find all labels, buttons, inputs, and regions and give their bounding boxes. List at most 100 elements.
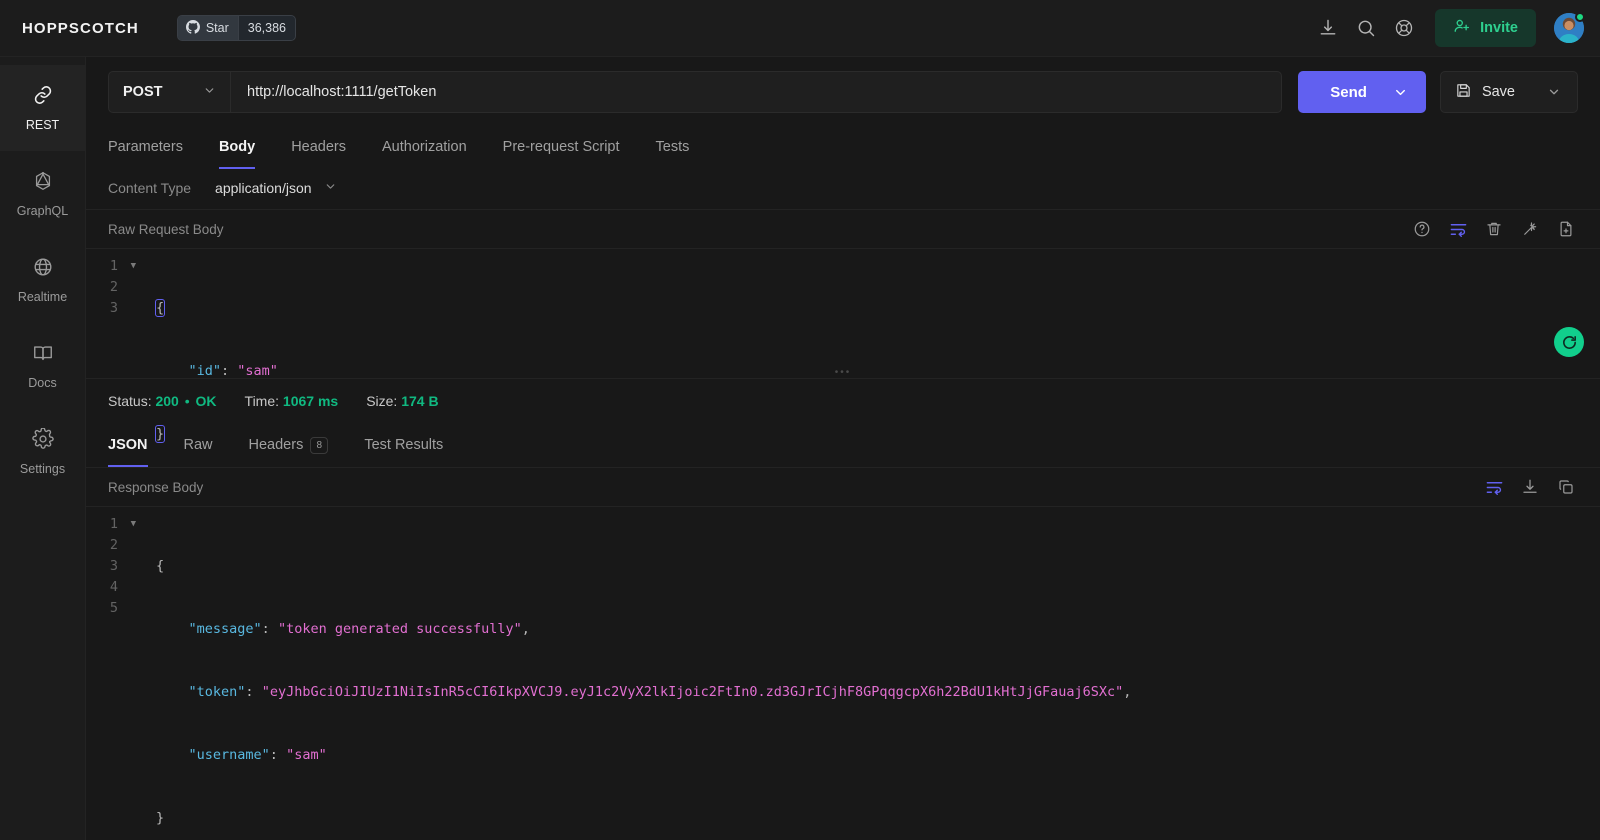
- app-logo[interactable]: HOPPSCOTCH: [22, 20, 139, 37]
- response-body-editor[interactable]: 1 ▼ 2 3 4 5 { "message": "token generate…: [86, 507, 1600, 840]
- user-plus-icon: [1453, 17, 1471, 39]
- open-brace: {: [154, 299, 166, 317]
- tab-authorization[interactable]: Authorization: [364, 125, 485, 169]
- support-icon[interactable]: [1385, 9, 1423, 47]
- chevron-down-icon: [203, 84, 216, 101]
- json-value: "sam": [237, 363, 278, 379]
- tab-body[interactable]: Body: [201, 125, 273, 169]
- content-type-value: application/json: [215, 180, 312, 196]
- line-number: 1 ▼: [86, 514, 144, 535]
- download-icon[interactable]: [1309, 9, 1347, 47]
- save-label: Save: [1481, 84, 1515, 100]
- send-options-chevron-down-icon[interactable]: [1393, 85, 1426, 100]
- sidebar-item-label: REST: [25, 118, 60, 132]
- json-colon: :: [269, 747, 287, 763]
- sidebar-item-label: Docs: [28, 376, 57, 390]
- main-panel: POST http://localhost:1111/getToken Send: [86, 57, 1600, 840]
- tab-pre-request-script[interactable]: Pre-request Script: [485, 125, 638, 169]
- json-value-username: "sam": [286, 747, 327, 763]
- gear-icon: [31, 427, 54, 453]
- response-code[interactable]: { "message": "token generated successful…: [144, 507, 1600, 840]
- tab-headers[interactable]: Headers: [273, 125, 364, 169]
- json-value-token: "eyJhbGciOiJIUzI1NiIsInR5cCI6IkpXVCJ9.ey…: [261, 684, 1124, 700]
- code-line: }: [156, 808, 1600, 829]
- method-select[interactable]: POST: [109, 72, 231, 112]
- fold-arrow-icon[interactable]: ▼: [131, 256, 136, 277]
- json-value-message: "token generated successfully": [277, 621, 522, 637]
- avatar[interactable]: [1554, 12, 1585, 43]
- code-line: "token": "eyJhbGciOiJIUzI1NiIsInR5cCI6Ik…: [156, 682, 1600, 703]
- line-number: 2: [109, 279, 118, 295]
- response-gutter: 1 ▼ 2 3 4 5: [86, 507, 144, 840]
- raw-request-body-title: Raw Request Body: [108, 221, 224, 237]
- topbar-actions: Invite: [1309, 9, 1585, 47]
- insert-file-icon[interactable]: [1550, 214, 1582, 244]
- sidebar-item-label: Realtime: [17, 290, 68, 304]
- raw-request-body-actions: [1406, 214, 1582, 244]
- response-editor-inner[interactable]: 1 ▼ 2 3 4 5 { "message": "token generate…: [86, 507, 1600, 840]
- tab-parameters[interactable]: Parameters: [108, 125, 201, 169]
- chevron-down-icon: [324, 180, 337, 196]
- app-root: HOPPSCOTCH Star 36,386 Invite REST Graph…: [0, 0, 1600, 840]
- github-star-widget[interactable]: Star 36,386: [176, 15, 297, 41]
- invite-button[interactable]: Invite: [1435, 9, 1536, 47]
- tab-tests[interactable]: Tests: [638, 125, 708, 169]
- code-line: "id": "sam": [156, 361, 1600, 382]
- content-type-label: Content Type: [108, 180, 192, 196]
- request-body-editor[interactable]: 1 ▼ 2 3 { "id": "sam" }: [86, 249, 1600, 443]
- save-disk-icon: [1455, 82, 1472, 103]
- sidebar-item-realtime[interactable]: Realtime: [0, 237, 85, 323]
- sidebar-item-docs[interactable]: Docs: [0, 323, 85, 409]
- tab-label: JSON: [108, 437, 148, 453]
- code-line: {: [156, 556, 1600, 577]
- send-button[interactable]: Send: [1298, 71, 1426, 113]
- delete-icon[interactable]: [1478, 214, 1510, 244]
- tab-label: Body: [218, 139, 256, 155]
- tab-json[interactable]: JSON: [108, 423, 166, 467]
- avatar-status-dot: [1575, 12, 1585, 22]
- refresh-response-button[interactable]: [1554, 327, 1584, 357]
- line-number-value: 1: [109, 258, 118, 274]
- top-bar: HOPPSCOTCH Star 36,386 Invite: [0, 0, 1600, 57]
- json-key: "id": [188, 363, 222, 379]
- line-number: 1 ▼: [86, 256, 144, 277]
- help-icon[interactable]: [1406, 214, 1438, 244]
- tab-response-headers[interactable]: Headers 8: [231, 423, 347, 467]
- sidebar-item-graphql[interactable]: GraphQL: [0, 151, 85, 237]
- open-brace: {: [156, 558, 165, 574]
- tab-test-results[interactable]: Test Results: [346, 423, 461, 467]
- content-type-row: Content Type application/json: [86, 169, 1600, 209]
- line-number-value: 1: [109, 516, 118, 532]
- wrap-lines-icon[interactable]: [1442, 214, 1474, 244]
- github-star-left[interactable]: Star: [177, 16, 238, 40]
- magic-wand-icon[interactable]: [1514, 214, 1546, 244]
- sidebar-item-label: Settings: [19, 462, 66, 476]
- save-button[interactable]: Save: [1439, 71, 1578, 113]
- search-icon[interactable]: [1347, 9, 1385, 47]
- line-number: 3: [109, 558, 118, 574]
- line-number: 3: [109, 300, 118, 316]
- fold-arrow-icon[interactable]: ▼: [131, 514, 136, 535]
- line-number: 2: [109, 537, 118, 553]
- sidebar-item-rest[interactable]: REST: [0, 65, 85, 151]
- save-options-chevron-down-icon[interactable]: [1525, 85, 1571, 99]
- github-icon: [185, 19, 200, 37]
- invite-label: Invite: [1480, 20, 1518, 36]
- json-colon: :: [221, 363, 238, 379]
- url-input[interactable]: http://localhost:1111/getToken: [231, 72, 1281, 112]
- tab-label: Test Results: [364, 437, 444, 453]
- json-colon: :: [261, 621, 278, 637]
- json-key-message: "message": [188, 621, 262, 637]
- json-comma: ,: [521, 621, 530, 637]
- sidebar-item-settings[interactable]: Settings: [0, 409, 85, 495]
- headers-count-badge: 8: [310, 436, 329, 454]
- content-type-select[interactable]: application/json: [215, 180, 337, 196]
- url-field: POST http://localhost:1111/getToken: [108, 71, 1283, 113]
- tab-raw[interactable]: Raw: [166, 423, 231, 467]
- graphql-icon: [32, 170, 54, 195]
- link-icon: [32, 84, 54, 109]
- book-icon: [32, 342, 54, 367]
- body-row: REST GraphQL Realtime Docs Settings POST…: [0, 57, 1600, 840]
- close-brace: }: [156, 810, 165, 826]
- code-line: "username": "sam": [156, 745, 1600, 766]
